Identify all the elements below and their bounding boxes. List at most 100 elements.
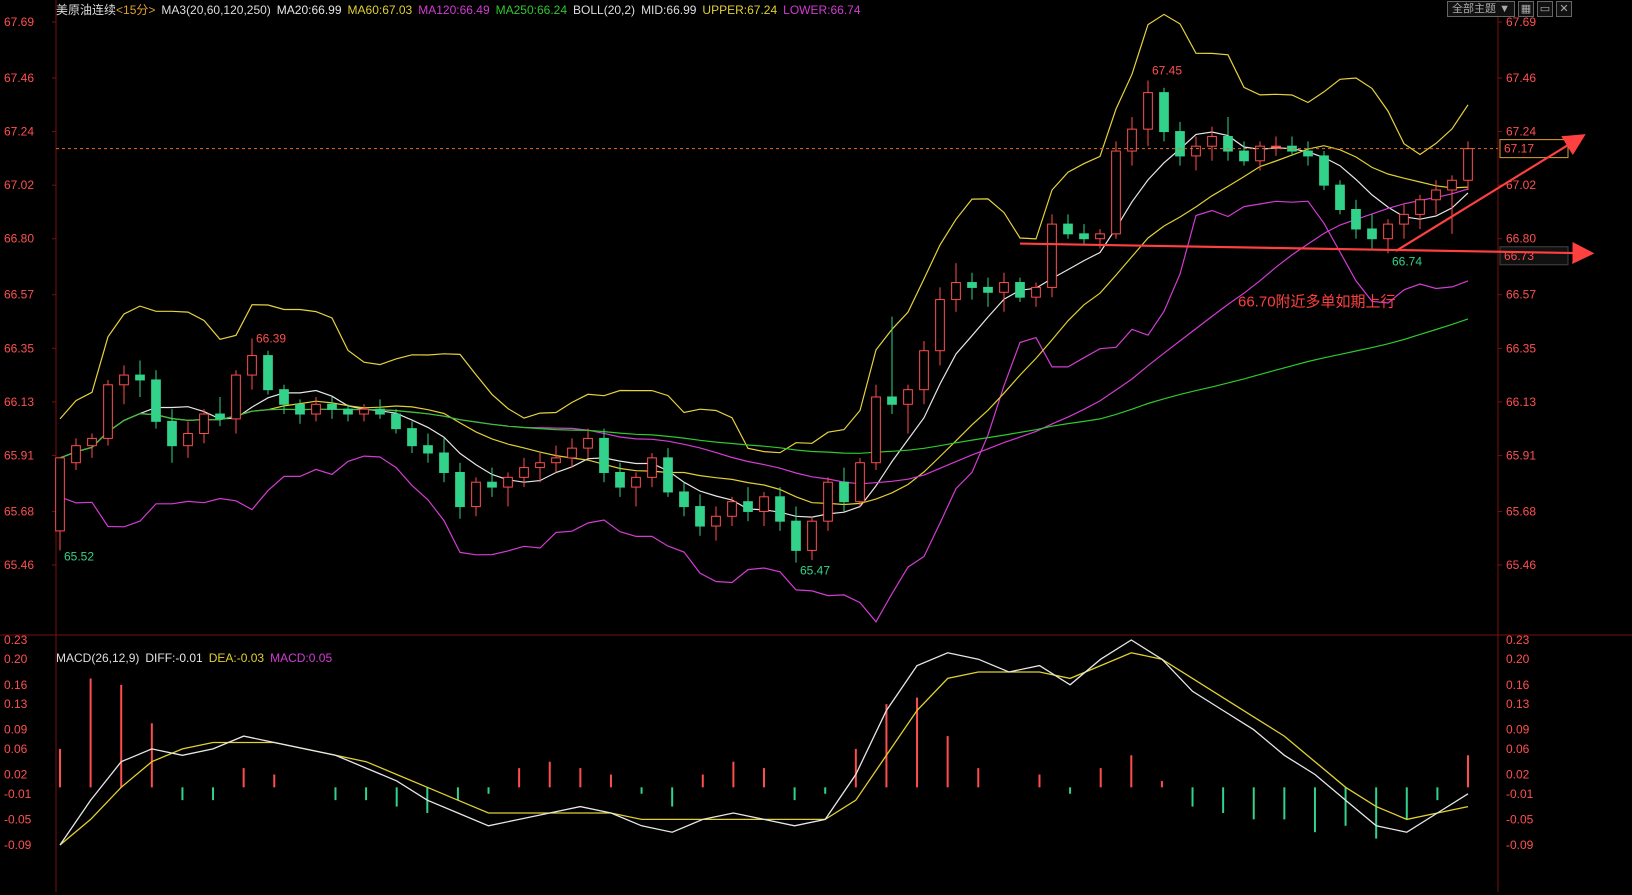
boll-label: BOLL(20,2) (573, 3, 636, 17)
candle-body (263, 355, 273, 391)
candle-body (711, 515, 721, 527)
price-axis-label-right: 67.46 (1506, 71, 1536, 85)
candle-body (1191, 145, 1201, 157)
ma120-value: MA120:66.49 (418, 3, 490, 17)
macd-axis-label-left: -0.05 (4, 812, 32, 826)
macd-axis-label-right: 0.13 (1506, 697, 1530, 711)
low-mid-label: 65.47 (800, 564, 830, 578)
price-axis-label-right: 65.91 (1506, 448, 1536, 462)
ma-label: MA3(20,60,120,250) (161, 3, 271, 17)
price-axis-label-left: 65.68 (4, 504, 34, 518)
candle-body (951, 282, 961, 301)
price-axis-label-right: 67.69 (1506, 15, 1536, 29)
candle-body (375, 408, 385, 415)
kline-chart[interactable]: 67.69 67.6967.46 67.4667.24 67.2467.02 67.02… (0, 0, 1632, 892)
analyst-comment: 66.70附近多单如期上行 (1238, 294, 1396, 311)
price-axis-label-left: 65.91 (4, 448, 34, 462)
boll-lower-value: LOWER:66.74 (783, 3, 861, 17)
price-axis-label-left: 66.80 (4, 232, 34, 246)
macd-axis-label-right: 0.06 (1506, 742, 1530, 756)
price-axis-label-right: 65.68 (1506, 504, 1536, 518)
low-left-label: 65.52 (64, 549, 94, 563)
boll-lower-line (59, 200, 1469, 623)
boll-upper-value: UPPER:67.24 (702, 3, 778, 17)
close-icon[interactable]: ✕ (1556, 1, 1572, 17)
current-price-tag: 67.17 (1504, 142, 1534, 156)
candle-body (1127, 128, 1137, 152)
candle-body (743, 501, 753, 512)
macd-axis-label-right: -0.09 (1506, 838, 1534, 852)
high-left-label: 66.39 (256, 332, 286, 346)
macd-dea-value: DEA:-0.03 (208, 651, 265, 665)
candle-body (1063, 223, 1073, 235)
candle-body (935, 299, 945, 352)
period-label: <15分> (116, 3, 156, 17)
candle-body (1303, 150, 1313, 157)
uptrend-arrow (1395, 134, 1586, 252)
macd-header: MACD(26,12,9) DIFF:-0.01 DEA:-0.03 MACD:0.0… (56, 650, 338, 666)
macd-label: MACD(26,12,9) (56, 651, 140, 665)
candle-body (1319, 155, 1329, 186)
macd-axis-label-left: 0.23 (4, 633, 28, 647)
candle-body (903, 389, 913, 405)
candle-body (359, 408, 369, 415)
candle-body (727, 501, 737, 517)
price-axis-label-right: 66.13 (1506, 395, 1536, 409)
ma250-value: MA250:66.24 (495, 3, 568, 17)
candle-body (807, 520, 817, 551)
macd-axis-label-left: -0.01 (4, 787, 32, 801)
candle-body (1079, 233, 1089, 240)
macd-axis-label-left: 0.09 (4, 723, 28, 737)
price-axis-label-left: 67.69 (4, 15, 34, 29)
candle-body (295, 403, 305, 415)
macd-diff-value: DIFF:-0.01 (145, 651, 203, 665)
ma20-line (59, 131, 1469, 518)
candle-body (455, 471, 465, 508)
candle-body (391, 413, 401, 430)
theme-selector[interactable]: 全部主题 ▼ (1447, 1, 1515, 17)
high-label: 67.45 (1152, 63, 1182, 77)
candle-body (919, 350, 929, 391)
candle-body (231, 374, 241, 420)
candle-body (1143, 92, 1153, 130)
macd-axis-label-left: 0.02 (4, 768, 28, 782)
candle-body (1415, 199, 1425, 215)
price-axis-label-left: 67.46 (4, 71, 34, 85)
chart-stage[interactable]: 67.69 67.69 67.46 67.46 67.24 67.24 67.02 67.02… (0, 0, 1632, 892)
macd-axis-label-left: 0.16 (4, 678, 28, 692)
candle-body (119, 374, 129, 386)
candle-body (791, 520, 801, 551)
price-axis-label-left: 66.57 (4, 288, 34, 302)
candle-body (1367, 228, 1377, 240)
candle-body (1351, 208, 1361, 230)
recent-low-label: 66.74 (1392, 254, 1422, 268)
candle-body (471, 481, 481, 508)
candle-body (775, 496, 785, 522)
macd-axis-label-right: -0.01 (1506, 787, 1534, 801)
macd-axis-label-left: 0.20 (4, 652, 28, 666)
candle-body (247, 355, 257, 376)
macd-dea-line (59, 652, 1469, 846)
candle-body (887, 396, 897, 405)
candle-body (1383, 223, 1393, 240)
candle-body (599, 437, 609, 473)
macd-axis-label-right: 0.16 (1506, 678, 1530, 692)
candle-body (87, 437, 97, 447)
price-axis-label-left: 66.13 (4, 395, 34, 409)
candle-body (519, 467, 529, 478)
macd-axis-label-left: 0.06 (4, 742, 28, 756)
candle-body (983, 286, 993, 293)
candle-body (999, 282, 1009, 293)
grid-icon[interactable]: ▦ (1518, 1, 1534, 17)
ma60-value: MA60:67.03 (347, 3, 413, 17)
window-icon[interactable]: ▭ (1537, 1, 1553, 17)
candle-body (215, 413, 225, 420)
candle-body (1431, 189, 1441, 201)
candle-body (551, 457, 561, 464)
candle-body (407, 428, 417, 447)
candle-body (343, 408, 353, 415)
chart-toolbar: 全部主题 ▼ ▦ ▭ ✕ (1447, 1, 1572, 17)
price-axis-label-right: 67.24 (1506, 125, 1536, 139)
price-axis-label-left: 67.02 (4, 178, 34, 192)
candle-body (615, 471, 625, 488)
